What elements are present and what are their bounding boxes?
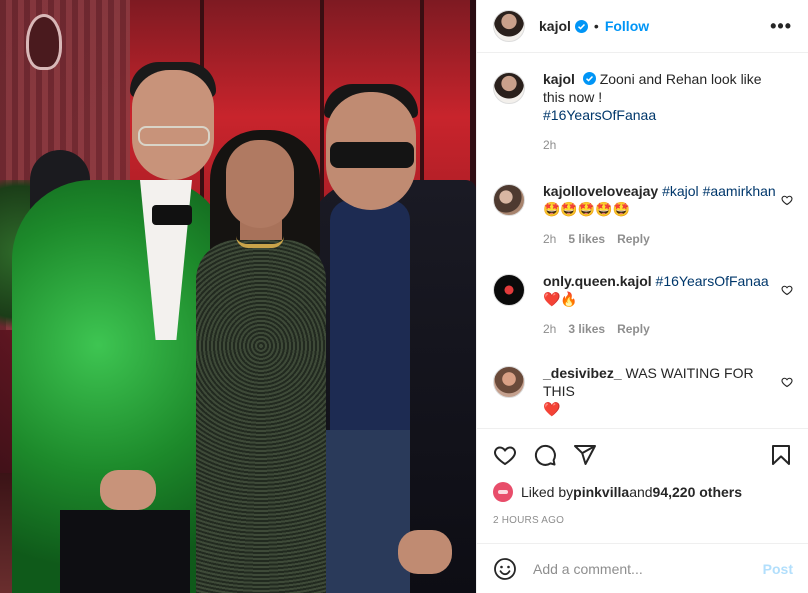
comment-item: _desivibez_ WAS WAITING FOR THIS ❤️ — [493, 364, 793, 418]
person-sweater — [330, 200, 410, 460]
comment-likes[interactable]: 5 likes — [568, 230, 605, 248]
heart-icon[interactable] — [493, 443, 517, 467]
comment-item: only.queen.kajol #16YearsOfFanaa ❤️🔥 2h … — [493, 272, 793, 338]
avatar[interactable] — [493, 366, 525, 398]
comment-like-heart-icon[interactable] — [781, 194, 793, 206]
avatar[interactable] — [493, 10, 525, 42]
avatar[interactable] — [493, 72, 525, 104]
comment-username[interactable]: kajolloveloveajay — [543, 183, 658, 199]
verified-badge-icon — [582, 72, 596, 85]
share-icon[interactable] — [573, 443, 597, 467]
reply-button[interactable]: Reply — [617, 320, 650, 338]
comment-hashtag[interactable]: #kajol — [662, 183, 699, 199]
header-username[interactable]: kajol — [539, 18, 571, 34]
likes-summary: Liked by pinkvilla and 94,220 others — [493, 482, 742, 502]
caption-hashtag[interactable]: #16YearsOfFanaa — [543, 107, 656, 123]
emoji-icon[interactable] — [493, 557, 517, 581]
comment-time[interactable]: 2h — [543, 320, 556, 338]
bookmark-icon[interactable] — [769, 443, 793, 467]
caption-username[interactable]: kajol — [543, 71, 575, 87]
person-glasses — [138, 126, 210, 146]
comment-emoji: 🤩🤩🤩🤩🤩 — [543, 201, 631, 217]
post-timestamp[interactable]: 2 HOURS AGO — [493, 515, 564, 526]
person-face — [132, 70, 214, 180]
avatar[interactable] — [493, 184, 525, 216]
comment-like-heart-icon[interactable] — [781, 376, 793, 388]
post-photo[interactable] — [0, 0, 476, 593]
comment-emoji: ❤️🔥 — [543, 291, 578, 307]
person-trousers — [60, 510, 190, 593]
comment-likes[interactable]: 3 likes — [568, 320, 605, 338]
person-face — [226, 140, 294, 228]
post-header: kajol • Follow ••• — [477, 0, 808, 53]
person-sequin-dress — [196, 240, 326, 593]
caption-time[interactable]: 2h — [543, 136, 556, 154]
more-icon[interactable]: ••• — [770, 16, 792, 37]
reply-button[interactable]: Reply — [617, 230, 650, 248]
comment-username[interactable]: only.queen.kajol — [543, 273, 652, 289]
comment-hashtag[interactable]: #16YearsOfFanaa — [656, 273, 769, 289]
add-comment-bar: Post — [477, 543, 808, 593]
person-hand — [398, 530, 452, 574]
photo-mirror-frame — [26, 14, 62, 70]
comment-emoji: ❤️ — [543, 401, 561, 417]
likes-middle: and — [629, 484, 653, 500]
caption-text: Zooni and Rehan look like this now ! — [543, 71, 762, 105]
person-glasses — [330, 142, 414, 168]
comment-icon[interactable] — [533, 443, 557, 467]
post-side-panel: kajol • Follow ••• kajol Zooni and Rehan… — [476, 0, 808, 593]
person-necklace — [236, 236, 284, 248]
post-actions-bar — [477, 428, 808, 480]
comment-hashtag[interactable]: #aamirkhan — [703, 183, 776, 199]
comment-username[interactable]: _desivibez_ — [543, 365, 622, 381]
comment-time[interactable]: 2h — [543, 230, 556, 248]
verified-badge-icon — [574, 19, 588, 33]
person-hand — [100, 470, 156, 510]
person-jeans — [320, 430, 410, 593]
comment-like-heart-icon[interactable] — [781, 284, 793, 296]
comment-input[interactable] — [533, 560, 753, 577]
avatar[interactable] — [493, 274, 525, 306]
likes-count[interactable]: 94,220 others — [653, 484, 743, 500]
post-button[interactable]: Post — [763, 561, 793, 577]
comments-list[interactable]: kajol Zooni and Rehan look like this now… — [477, 54, 808, 427]
person-bowtie — [152, 205, 192, 225]
liker-username[interactable]: pinkvilla — [573, 484, 629, 500]
follow-button[interactable]: Follow — [605, 18, 649, 34]
separator-dot: • — [593, 18, 599, 34]
liker-avatar[interactable] — [493, 482, 513, 502]
likes-prefix: Liked by — [521, 484, 574, 500]
caption: kajol Zooni and Rehan look like this now… — [493, 70, 793, 154]
comment-item: kajolloveloveajay #kajol #aamirkhan 🤩🤩🤩🤩… — [493, 182, 793, 248]
